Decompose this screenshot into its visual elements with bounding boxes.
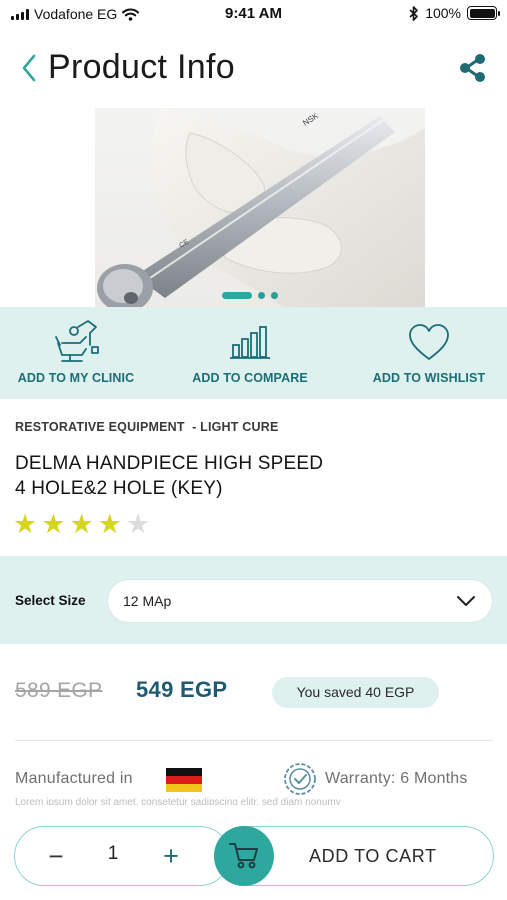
svg-text:NSK: NSK (301, 111, 320, 128)
add-to-compare-button[interactable]: ADD TO COMPARE (188, 307, 312, 399)
size-dropdown-value: 12 MAp (123, 593, 172, 609)
add-to-cart-button[interactable]: ADD TO CART (214, 826, 494, 886)
back-button[interactable] (14, 50, 44, 86)
rating-stars: ★ ★ ★ ★ ★ (13, 510, 150, 538)
warranty-text: Warranty: 6 Months (325, 770, 468, 787)
carousel-dot[interactable] (271, 292, 278, 299)
product-actions: ADD TO MY CLINIC ADD TO COMPARE ADD TO W… (0, 307, 507, 399)
product-image[interactable]: NSK CE (95, 108, 425, 308)
increase-quantity-button[interactable]: + (156, 837, 186, 875)
battery-icon (467, 6, 500, 20)
manufactured-in-label: Manufactured in (15, 770, 133, 787)
handpiece-illustration: NSK CE (97, 108, 425, 308)
star-icon: ★ (97, 509, 122, 539)
carousel-indicator[interactable] (222, 292, 278, 299)
product-name-line-2: 4 HOLE&2 HOLE (KEY) (15, 478, 223, 499)
carousel-dot[interactable] (258, 292, 265, 299)
star-icon: ★ (41, 509, 66, 539)
share-button[interactable] (457, 52, 489, 84)
add-to-compare-label: ADD TO COMPARE (192, 371, 308, 385)
add-to-cart-label: ADD TO CART (309, 846, 437, 866)
quantity-value: 1 (107, 843, 119, 864)
star-icon: ★ (125, 509, 151, 539)
old-price: 589 EGP (15, 679, 103, 702)
status-right: 100% (409, 5, 500, 21)
size-section: Select Size 12 MAp (0, 556, 507, 644)
bluetooth-icon (409, 5, 418, 21)
star-icon: ★ (13, 509, 38, 539)
add-to-wishlist-button[interactable]: ADD TO WISHLIST (367, 307, 491, 399)
quantity-stepper: − 1 + (14, 826, 230, 886)
header: Product Info (0, 38, 507, 98)
size-dropdown[interactable]: 12 MAp (107, 579, 493, 623)
savings-badge: You saved 40 EGP (272, 677, 439, 708)
cart-icon-circle (214, 826, 274, 886)
add-to-clinic-button[interactable]: ADD TO MY CLINIC (14, 307, 138, 399)
germany-flag-icon (166, 768, 202, 792)
product-category: RESTORATIVE EQUIPMENT - LIGHT CURE (15, 420, 279, 434)
chevron-down-icon (457, 596, 475, 606)
status-bar: Vodafone EG 9:41 AM 100% (0, 0, 507, 30)
bar-chart-icon (230, 326, 270, 359)
add-to-wishlist-label: ADD TO WISHLIST (372, 371, 486, 385)
carousel-dot-active[interactable] (222, 292, 252, 299)
warranty-badge-icon (284, 763, 316, 795)
battery-percent: 100% (425, 5, 461, 21)
select-size-label: Select Size (15, 593, 86, 608)
decrease-quantity-button[interactable]: − (41, 837, 71, 875)
product-name: DELMA HANDPIECE HIGH SPEED 4 HOLE&2 HOLE… (15, 451, 323, 501)
page-title: Product Info (48, 48, 235, 86)
dental-chair-icon (55, 320, 99, 362)
cart-bar: − 1 + ADD TO CART (0, 805, 507, 900)
cart-icon (229, 843, 258, 869)
current-price: 549 EGP (136, 677, 228, 702)
add-to-clinic-label: ADD TO MY CLINIC (17, 371, 135, 385)
divider (15, 740, 493, 741)
share-icon (460, 54, 485, 82)
star-icon: ★ (69, 509, 94, 539)
heart-icon (409, 324, 449, 360)
product-name-line-1: DELMA HANDPIECE HIGH SPEED (15, 453, 324, 474)
chevron-left-icon (22, 54, 36, 82)
